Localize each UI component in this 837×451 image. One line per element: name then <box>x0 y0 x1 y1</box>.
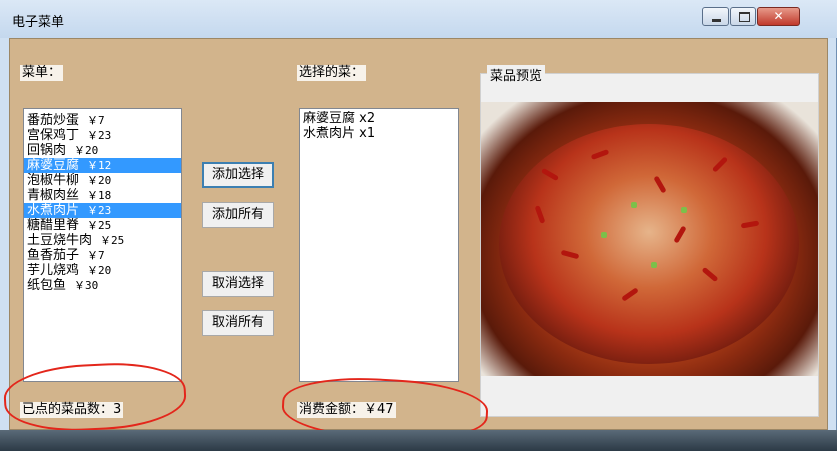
add-selected-button[interactable]: 添加选择 <box>202 162 274 188</box>
menu-item-price: ￥23 <box>87 129 112 142</box>
app-window: 电子菜单 ✕ 菜单： 番茄炒蛋 ￥7 宫保鸡丁 ￥23 回锅肉 ￥20 麻婆豆腐 ￥12 泡椒牛… <box>0 0 837 451</box>
add-all-button[interactable]: 添加所有 <box>202 202 274 228</box>
chosen-listbox[interactable]: 麻婆豆腐 x2 水煮肉片 x1 <box>299 108 459 382</box>
menu-item-name: 麻婆豆腐 <box>27 158 80 173</box>
preview-groupbox: 菜品预览 <box>480 65 819 417</box>
dish-bowl <box>499 124 799 364</box>
menu-list-item[interactable]: 青椒肉丝 ￥18 <box>24 188 181 203</box>
minimize-button[interactable] <box>702 7 729 26</box>
scallion-decoration <box>681 207 687 213</box>
scallion-decoration <box>631 202 637 208</box>
scallion-decoration <box>651 262 657 268</box>
menu-item-name: 土豆烧牛肉 <box>27 233 93 248</box>
taskbar-strip <box>0 430 837 451</box>
menu-list-item[interactable]: 鱼香茄子 ￥7 <box>24 248 181 263</box>
menu-list-item[interactable]: 土豆烧牛肉 ￥25 <box>24 233 181 248</box>
menu-item-price: ￥20 <box>87 174 112 187</box>
remove-selected-button[interactable]: 取消选择 <box>202 271 274 297</box>
minimize-icon <box>712 19 721 22</box>
menu-item-price: ￥23 <box>87 204 112 217</box>
menu-item-price: ￥25 <box>100 234 125 247</box>
menu-list-item[interactable]: 麻婆豆腐 ￥12 <box>24 158 181 173</box>
maximize-icon <box>739 12 750 22</box>
menu-item-name: 鱼香茄子 <box>27 248 80 263</box>
title-bar[interactable]: 电子菜单 ✕ <box>0 0 837 38</box>
chosen-label: 选择的菜： <box>297 65 367 81</box>
menu-item-price: ￥20 <box>74 144 99 157</box>
menu-listbox[interactable]: 番茄炒蛋 ￥7 宫保鸡丁 ￥23 回锅肉 ￥20 麻婆豆腐 ￥12 泡椒牛柳 ￥20 青椒肉丝 ￥18… <box>23 108 182 382</box>
client-area: 菜单： 番茄炒蛋 ￥7 宫保鸡丁 ￥23 回锅肉 ￥20 麻婆豆腐 ￥12 泡椒牛柳 ￥20 青椒肉… <box>2 38 828 445</box>
menu-list-item[interactable]: 芋儿烧鸡 ￥20 <box>24 263 181 278</box>
close-icon: ✕ <box>773 9 784 23</box>
remove-all-button[interactable]: 取消所有 <box>202 310 274 336</box>
menu-item-price: ￥7 <box>87 114 105 127</box>
preview-label: 菜品预览 <box>487 65 546 84</box>
dish-preview-image <box>481 102 818 376</box>
menu-list-item[interactable]: 泡椒牛柳 ￥20 <box>24 173 181 188</box>
menu-list-item[interactable]: 回锅肉 ￥20 <box>24 143 181 158</box>
menu-item-price: ￥30 <box>74 279 99 292</box>
chosen-list-item[interactable]: 水煮肉片 x1 <box>300 126 458 141</box>
chosen-list-item[interactable]: 麻婆豆腐 x2 <box>300 111 458 126</box>
menu-item-name: 宫保鸡丁 <box>27 128 80 143</box>
menu-item-name: 回锅肉 <box>27 143 67 158</box>
maximize-button[interactable] <box>730 7 756 26</box>
menu-item-price: ￥18 <box>87 189 112 202</box>
menu-item-price: ￥12 <box>87 159 112 172</box>
menu-item-name: 青椒肉丝 <box>27 188 80 203</box>
menu-item-price: ￥25 <box>87 219 112 232</box>
menu-item-name: 纸包鱼 <box>27 278 67 293</box>
scallion-decoration <box>601 232 607 238</box>
menu-item-name: 糖醋里脊 <box>27 218 80 233</box>
menu-list-item[interactable]: 水煮肉片 ￥23 <box>24 203 181 218</box>
menu-list-item[interactable]: 纸包鱼 ￥30 <box>24 278 181 293</box>
menu-item-name: 芋儿烧鸡 <box>27 263 80 278</box>
close-button[interactable]: ✕ <box>757 7 800 26</box>
menu-list-item[interactable]: 番茄炒蛋 ￥7 <box>24 113 181 128</box>
menu-list-item[interactable]: 糖醋里脊 ￥25 <box>24 218 181 233</box>
menu-item-price: ￥20 <box>87 264 112 277</box>
menu-item-price: ￥7 <box>87 249 105 262</box>
menu-item-name: 泡椒牛柳 <box>27 173 80 188</box>
menu-label: 菜单： <box>20 65 64 81</box>
menu-item-name: 番茄炒蛋 <box>27 113 80 128</box>
menu-list-item[interactable]: 宫保鸡丁 ￥23 <box>24 128 181 143</box>
window-title: 电子菜单 <box>12 15 65 30</box>
menu-item-name: 水煮肉片 <box>27 203 80 218</box>
